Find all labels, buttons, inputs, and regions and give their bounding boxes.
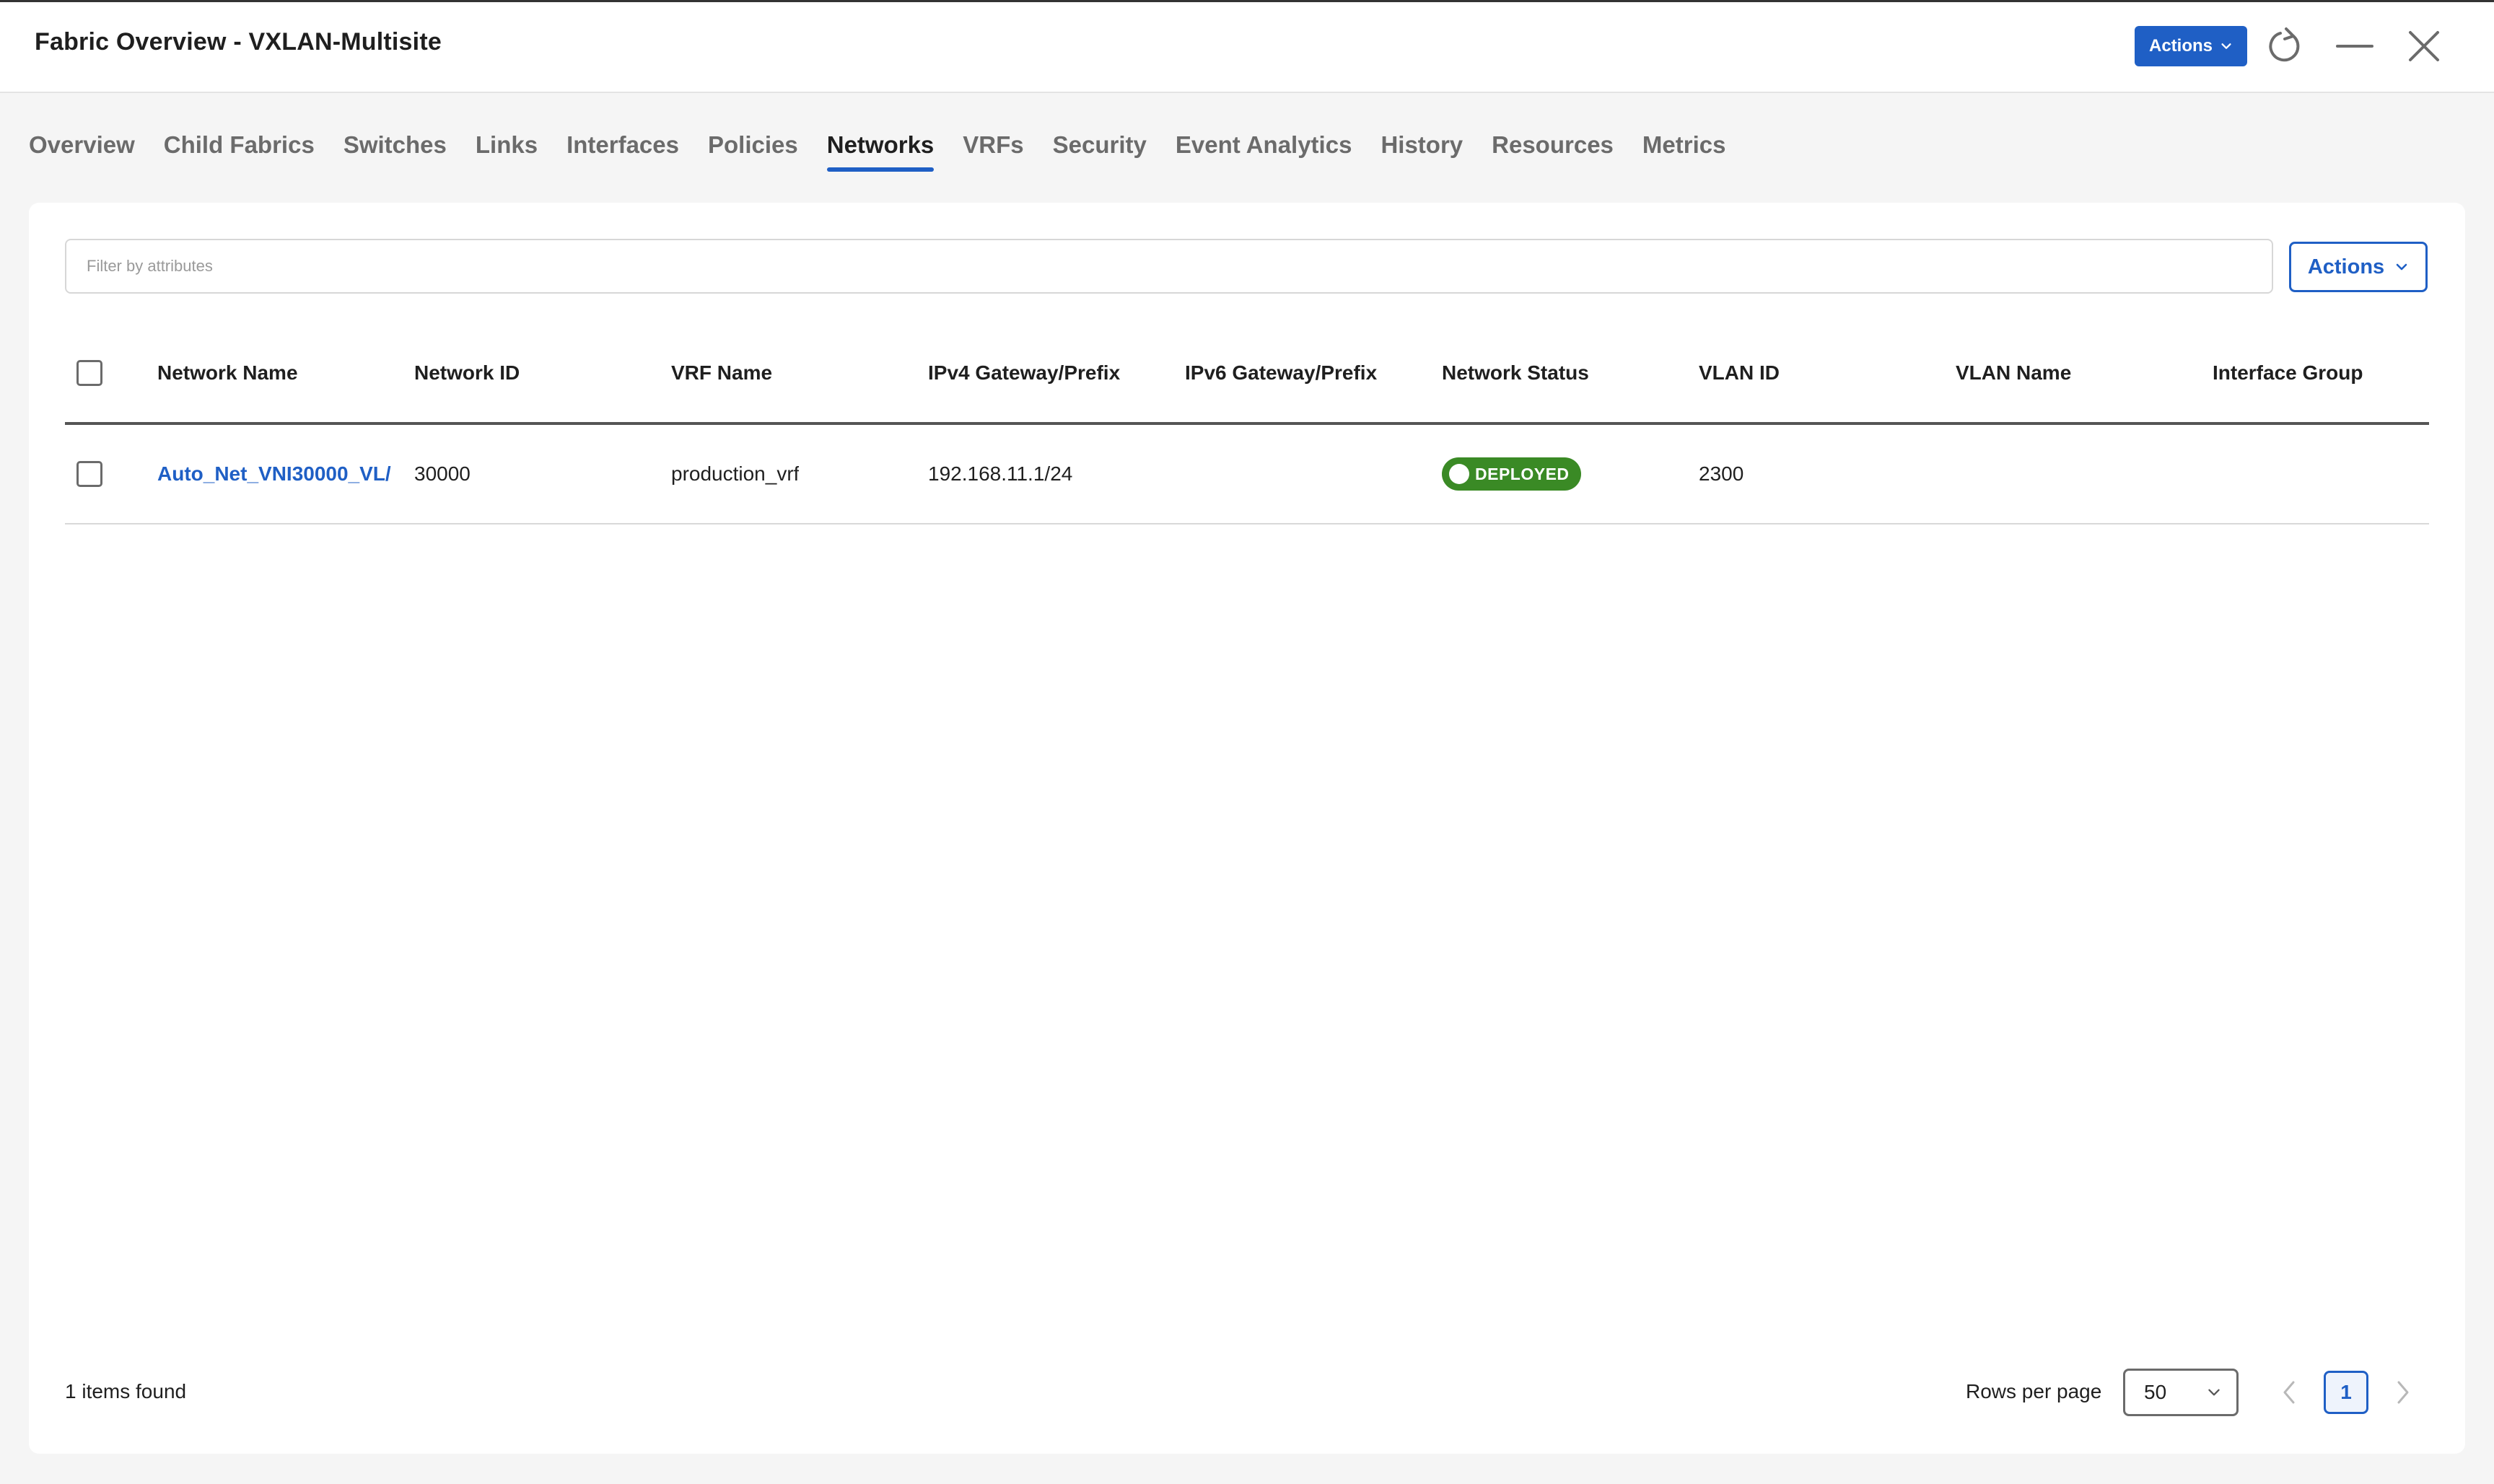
header-actions-button[interactable]: Actions bbox=[2135, 26, 2247, 66]
header-actions-label: Actions bbox=[2148, 36, 2213, 56]
select-all-checkbox[interactable] bbox=[76, 360, 102, 386]
vrf-name-cell: production_vrf bbox=[671, 462, 800, 485]
chevron-down-icon bbox=[2221, 43, 2231, 49]
column-header-vrf-name[interactable]: VRF Name bbox=[671, 324, 772, 422]
table-header-row: Network Name Network ID VRF Name IPv4 Ga… bbox=[65, 324, 2429, 425]
networks-card: Actions Network Name Network ID VRF Name… bbox=[29, 203, 2465, 1454]
column-header-vlan-name[interactable]: VLAN Name bbox=[1956, 324, 2071, 422]
page-title: Fabric Overview - VXLAN-Multisite bbox=[35, 28, 442, 56]
tab-interfaces[interactable]: Interfaces bbox=[566, 127, 679, 177]
row-checkbox[interactable] bbox=[76, 461, 102, 487]
network-id-cell: 30000 bbox=[414, 462, 471, 485]
tab-metrics[interactable]: Metrics bbox=[1642, 127, 1726, 177]
column-header-network-name[interactable]: Network Name bbox=[157, 324, 298, 422]
network-status-cell: DEPLOYED bbox=[1442, 425, 1581, 523]
column-header-network-status[interactable]: Network Status bbox=[1442, 324, 1589, 422]
column-header-interface-group[interactable]: Interface Group bbox=[2213, 324, 2363, 422]
tab-switches[interactable]: Switches bbox=[344, 127, 447, 177]
tab-event-analytics[interactable]: Event Analytics bbox=[1176, 127, 1352, 177]
tab-resources[interactable]: Resources bbox=[1492, 127, 1614, 177]
tab-networks[interactable]: Networks bbox=[826, 127, 934, 177]
column-header-network-id[interactable]: Network ID bbox=[414, 324, 520, 422]
status-badge: DEPLOYED bbox=[1442, 457, 1581, 491]
tab-links[interactable]: Links bbox=[476, 127, 538, 177]
rows-per-page-value: 50 bbox=[2144, 1381, 2167, 1403]
previous-page-button[interactable] bbox=[2275, 1376, 2303, 1409]
select-all-cell bbox=[76, 324, 102, 422]
column-header-vlan-id[interactable]: VLAN ID bbox=[1699, 324, 1780, 422]
next-page-button[interactable] bbox=[2389, 1376, 2418, 1409]
vlan-id-cell: 2300 bbox=[1699, 462, 1744, 485]
header-bar: Fabric Overview - VXLAN-Multisite Action… bbox=[0, 2, 2494, 93]
refresh-icon[interactable] bbox=[2262, 24, 2307, 69]
tab-policies[interactable]: Policies bbox=[708, 127, 798, 177]
table-actions-label: Actions bbox=[2307, 255, 2385, 278]
column-header-ipv4-gateway[interactable]: IPv4 Gateway/Prefix bbox=[928, 324, 1120, 422]
tab-history[interactable]: History bbox=[1381, 127, 1463, 177]
tab-child-fabrics[interactable]: Child Fabrics bbox=[164, 127, 315, 177]
table-actions-button[interactable]: Actions bbox=[2289, 242, 2428, 292]
tab-security[interactable]: Security bbox=[1053, 127, 1147, 177]
tab-overview[interactable]: Overview bbox=[29, 127, 135, 177]
status-badge-label: DEPLOYED bbox=[1475, 464, 1570, 483]
tab-vrfs[interactable]: VRFs bbox=[963, 127, 1023, 177]
network-name-cell: Auto_Net_VNI30000_VL/ bbox=[157, 425, 404, 523]
minimize-icon[interactable] bbox=[2332, 24, 2377, 69]
network-name-link[interactable]: Auto_Net_VNI30000_VL/ bbox=[157, 462, 391, 486]
page-button-current[interactable]: 1 bbox=[2324, 1371, 2368, 1414]
chevron-down-icon bbox=[2396, 263, 2407, 271]
chevron-right-icon bbox=[2397, 1381, 2409, 1404]
chevron-down-icon bbox=[2208, 1389, 2220, 1396]
tab-bar: Overview Child Fabrics Switches Links In… bbox=[29, 127, 1754, 177]
networks-table: Network Name Network ID VRF Name IPv4 Ga… bbox=[65, 324, 2429, 524]
filter-input[interactable] bbox=[65, 239, 2273, 294]
close-icon[interactable] bbox=[2402, 24, 2446, 69]
rows-per-page-label: Rows per page bbox=[1966, 1380, 2102, 1402]
row-select-cell bbox=[76, 425, 102, 523]
status-dot-icon bbox=[1449, 464, 1469, 484]
column-header-ipv6-gateway[interactable]: IPv6 Gateway/Prefix bbox=[1185, 324, 1377, 422]
items-found-count: 1 items found bbox=[65, 1380, 187, 1402]
table-row[interactable]: Auto_Net_VNI30000_VL/ 30000 production_v… bbox=[65, 425, 2429, 524]
ipv4-gateway-cell: 192.168.11.1/24 bbox=[928, 462, 1073, 485]
rows-per-page-select[interactable]: 50 bbox=[2123, 1369, 2239, 1416]
chevron-left-icon bbox=[2283, 1381, 2295, 1404]
